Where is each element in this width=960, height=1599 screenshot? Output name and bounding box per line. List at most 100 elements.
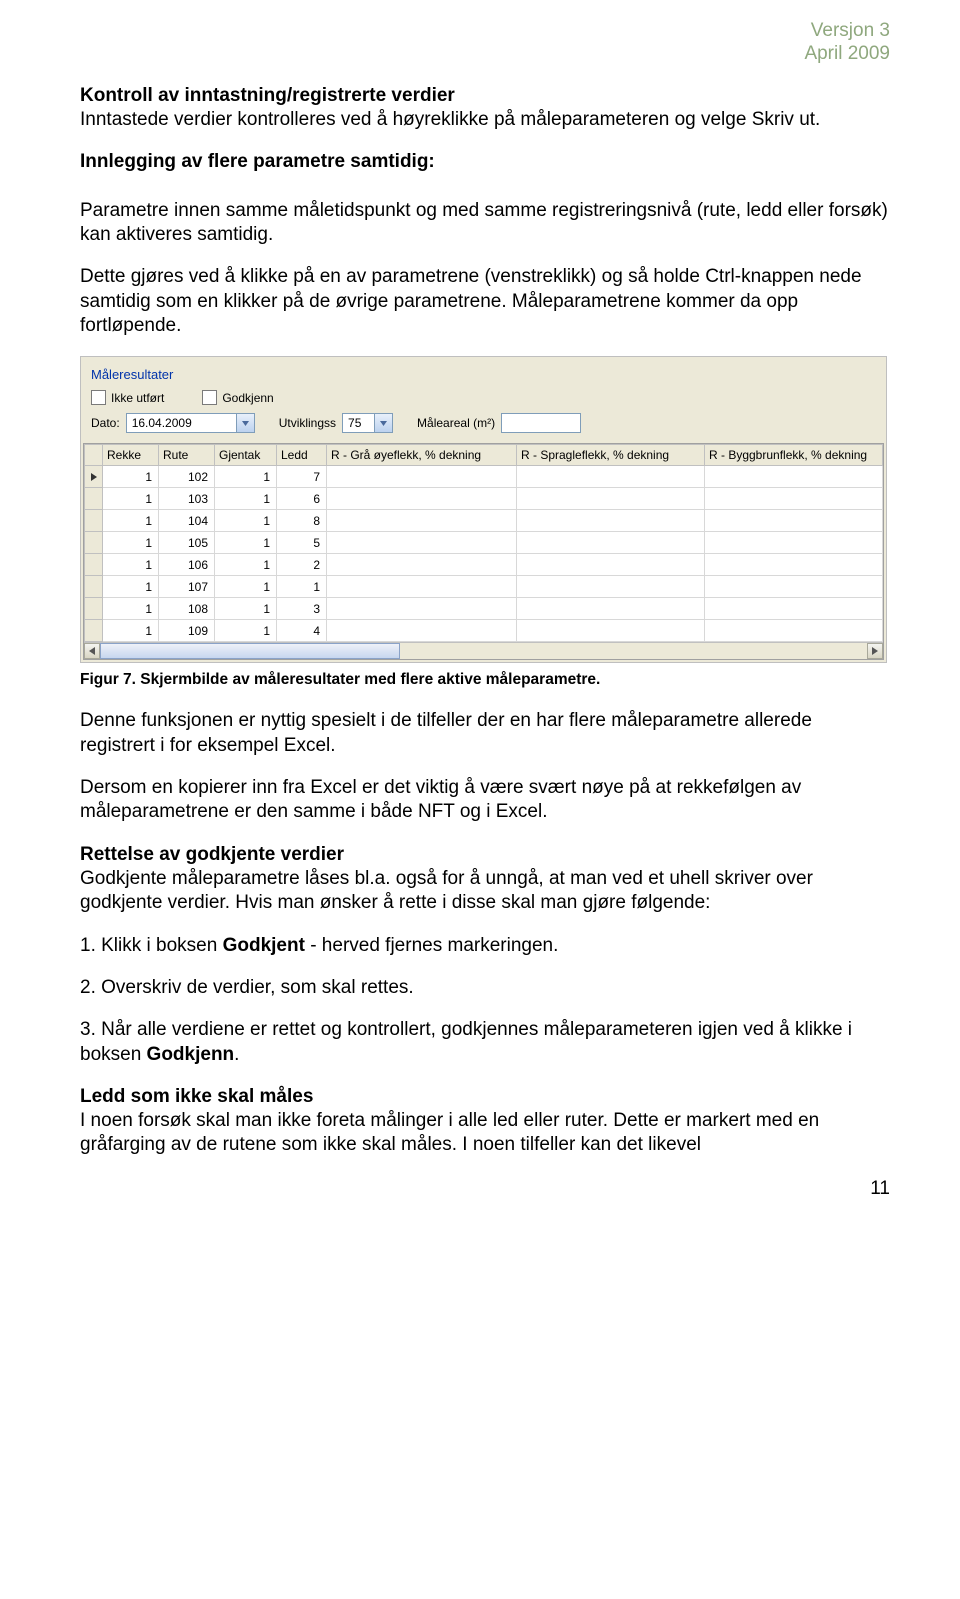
cell[interactable] (327, 466, 517, 488)
row-selector[interactable] (85, 510, 103, 532)
scroll-left-icon[interactable] (84, 643, 100, 659)
row-selector[interactable] (85, 532, 103, 554)
cell[interactable]: 3 (277, 598, 327, 620)
cell[interactable]: 1 (103, 554, 159, 576)
cell[interactable]: 104 (159, 510, 215, 532)
table-row[interactable]: 110418 (85, 510, 883, 532)
table-row[interactable]: 110914 (85, 620, 883, 642)
cell[interactable] (705, 488, 883, 510)
col-header[interactable]: R - Grå øyeflekk, % dekning (327, 445, 517, 466)
cell[interactable]: 108 (159, 598, 215, 620)
cell[interactable]: 103 (159, 488, 215, 510)
field-maleareal[interactable] (501, 413, 581, 433)
cell[interactable]: 1 (103, 576, 159, 598)
cell[interactable] (517, 576, 705, 598)
cell[interactable]: 106 (159, 554, 215, 576)
cell[interactable]: 105 (159, 532, 215, 554)
combo-dato[interactable]: 16.04.2009 (126, 413, 255, 433)
table-row[interactable]: 110316 (85, 488, 883, 510)
table-row[interactable]: 110217 (85, 466, 883, 488)
checkbox-icon (91, 390, 106, 405)
row-selector[interactable] (85, 598, 103, 620)
cell[interactable]: 1 (215, 532, 277, 554)
cell[interactable]: 1 (103, 488, 159, 510)
row-selector[interactable] (85, 488, 103, 510)
grid-header-row: Rekke Rute Gjentak Ledd R - Grå øyeflekk… (85, 445, 883, 466)
row-selector[interactable] (85, 576, 103, 598)
cell[interactable] (327, 510, 517, 532)
cell[interactable] (327, 598, 517, 620)
cell[interactable] (705, 598, 883, 620)
cell[interactable]: 1 (215, 466, 277, 488)
cell[interactable]: 107 (159, 576, 215, 598)
cell[interactable] (705, 554, 883, 576)
cell[interactable]: 1 (103, 466, 159, 488)
cell[interactable] (327, 620, 517, 642)
col-header[interactable]: Rute (159, 445, 215, 466)
cell[interactable]: 1 (215, 488, 277, 510)
cell[interactable] (517, 466, 705, 488)
cell[interactable] (517, 532, 705, 554)
cell[interactable]: 5 (277, 532, 327, 554)
cell[interactable] (517, 598, 705, 620)
horizontal-scrollbar[interactable] (84, 642, 883, 659)
cell[interactable] (517, 554, 705, 576)
cell[interactable] (517, 510, 705, 532)
cell[interactable]: 1 (215, 620, 277, 642)
label-dato: Dato: (91, 416, 120, 430)
scroll-right-icon[interactable] (867, 643, 883, 659)
cell[interactable] (327, 554, 517, 576)
cell[interactable]: 6 (277, 488, 327, 510)
cell[interactable]: 102 (159, 466, 215, 488)
cell[interactable]: 109 (159, 620, 215, 642)
cell[interactable] (327, 532, 517, 554)
cell[interactable]: 1 (215, 598, 277, 620)
table-row[interactable]: 110711 (85, 576, 883, 598)
chevron-down-icon[interactable] (374, 413, 393, 433)
step-text: - herved fjernes markeringen. (305, 935, 558, 956)
cell[interactable]: 1 (103, 620, 159, 642)
cell[interactable] (705, 466, 883, 488)
para-innlegging-2: Dette gjøres ved å klikke på en av param… (80, 265, 890, 338)
col-header[interactable]: R - Spragleflekk, % dekning (517, 445, 705, 466)
cell[interactable] (705, 510, 883, 532)
cell[interactable]: 1 (215, 510, 277, 532)
col-header[interactable]: Ledd (277, 445, 327, 466)
field-utvikling[interactable]: 75 (342, 413, 374, 433)
cell[interactable]: 1 (103, 510, 159, 532)
cell[interactable]: 1 (103, 532, 159, 554)
cell[interactable] (517, 620, 705, 642)
checkbox-godkjenn[interactable]: Godkjenn (202, 390, 273, 405)
row-selector[interactable] (85, 554, 103, 576)
cell[interactable] (705, 620, 883, 642)
cell[interactable]: 4 (277, 620, 327, 642)
col-header[interactable]: R - Byggbrunflekk, % dekning (705, 445, 883, 466)
checkbox-ikke-utfort[interactable]: Ikke utført (91, 390, 164, 405)
table-row[interactable]: 110612 (85, 554, 883, 576)
col-header[interactable]: Rekke (103, 445, 159, 466)
table-row[interactable]: 110813 (85, 598, 883, 620)
combo-utvikling[interactable]: 75 (342, 413, 393, 433)
cell[interactable] (705, 576, 883, 598)
section-title-kontroll: Kontroll av inntastning/registrerte verd… (80, 85, 455, 106)
cell[interactable] (327, 576, 517, 598)
col-header[interactable]: Gjentak (215, 445, 277, 466)
cell[interactable]: 1 (215, 554, 277, 576)
cell[interactable]: 1 (277, 576, 327, 598)
cell[interactable] (705, 532, 883, 554)
cell[interactable]: 1 (103, 598, 159, 620)
table-row[interactable]: 110515 (85, 532, 883, 554)
data-grid[interactable]: Rekke Rute Gjentak Ledd R - Grå øyeflekk… (83, 443, 884, 660)
cell[interactable]: 8 (277, 510, 327, 532)
cell[interactable] (517, 488, 705, 510)
row-selector[interactable] (85, 466, 103, 488)
cell[interactable]: 7 (277, 466, 327, 488)
para-kontroll: Inntastede verdier kontrolleres ved å hø… (80, 109, 820, 130)
scroll-thumb[interactable] (100, 643, 400, 659)
cell[interactable]: 1 (215, 576, 277, 598)
field-dato[interactable]: 16.04.2009 (126, 413, 236, 433)
cell[interactable] (327, 488, 517, 510)
chevron-down-icon[interactable] (236, 413, 255, 433)
cell[interactable]: 2 (277, 554, 327, 576)
row-selector[interactable] (85, 620, 103, 642)
